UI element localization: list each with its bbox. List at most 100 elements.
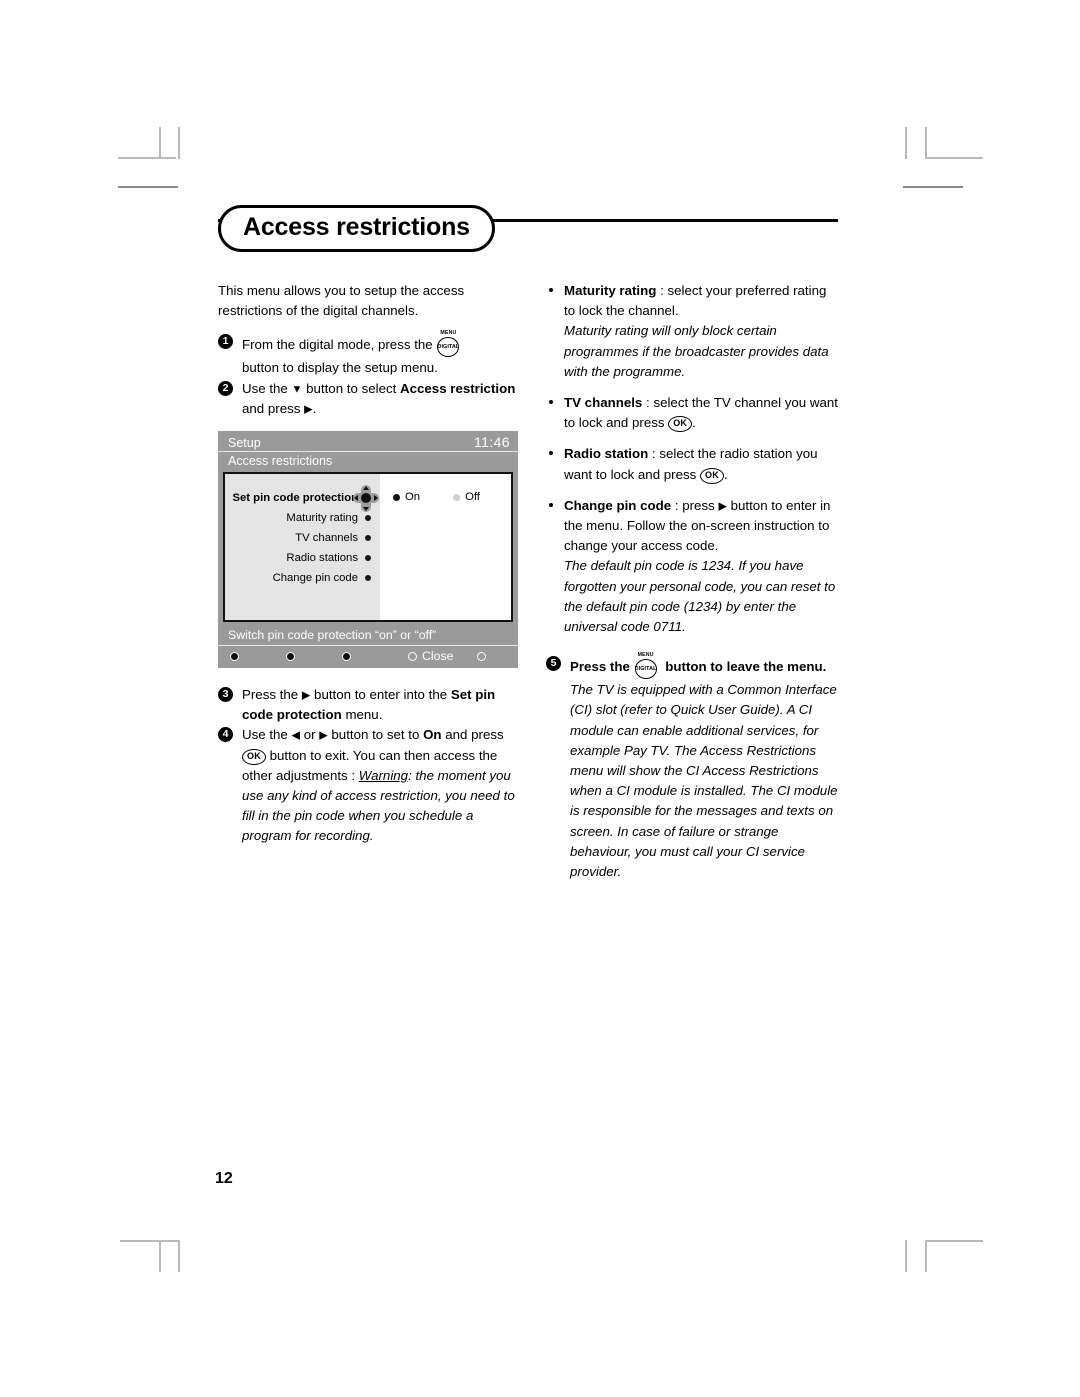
tv-channels-colon: : (646, 395, 650, 411)
change-pin-code-label: Change pin code (564, 497, 672, 513)
tv-menu-item-maturity-rating[interactable]: Maturity rating (225, 508, 380, 528)
tv-stage: Set pin code protection Maturity rating … (223, 472, 513, 623)
tv-menu-item-label: Set pin code protection (232, 492, 358, 505)
radio-station-period: . (723, 466, 728, 482)
tv-softkey-3[interactable] (342, 651, 356, 661)
step-4-or: or (303, 727, 316, 743)
menu-digital-button-icon: MENU DIGITAL (437, 330, 463, 358)
tv-option-off[interactable]: Off (453, 491, 480, 503)
dpad-center-hub (361, 493, 371, 504)
change-pin-code-a: press (682, 497, 715, 513)
step-2-bold: Access restriction (400, 380, 516, 396)
dpad-left-arrow-icon (354, 495, 358, 502)
step-2-d: . (312, 400, 317, 416)
tv-status-hint: Switch pin code protection “on” or “off” (218, 625, 518, 647)
step-3: 3 Press the ▶ button to enter into the S… (218, 685, 518, 725)
tv-option-row: On Off (393, 491, 511, 503)
crop-mark-top-right-horizontal (903, 186, 963, 188)
step-3-a: Press the (242, 687, 299, 703)
two-column-body: This menu allows you to setup the access… (218, 281, 838, 882)
dpad-right-arrow-icon (374, 495, 378, 502)
arrow-right-icon: ▶ (301, 689, 311, 702)
arrow-left-icon: ◀ (291, 729, 300, 742)
step-5-number: 5 (546, 656, 561, 672)
step-3-c: menu. (345, 707, 383, 723)
bullet-change-pin-code: Change pin code : press ▶ button to ente… (546, 496, 838, 637)
arrow-down-icon: ▼ (291, 383, 303, 396)
crop-mark-top-right-corner-vertical (925, 127, 927, 159)
tv-menu-item-label: Change pin code (272, 572, 358, 585)
crop-mark-bottom-right-corner-horizontal (925, 1240, 983, 1242)
page-title: Access restrictions (218, 205, 495, 252)
arrow-right-icon: ▶ (319, 729, 328, 742)
tv-clock: 11:46 (474, 434, 510, 451)
tv-menu-item-set-pin-code-protection[interactable]: Set pin code protection (225, 485, 380, 513)
step-4-b: button to set to (331, 727, 420, 743)
tv-screen-mockup: Setup 11:46 Access restrictions Set pin … (218, 431, 518, 669)
change-pin-code-colon: : (674, 497, 679, 513)
radio-selected-icon (393, 493, 400, 501)
radio-unselected-icon (453, 493, 461, 501)
crop-mark-bottom-left-corner-vertical (159, 1240, 161, 1272)
page-header: Access restrictions (218, 205, 838, 267)
tv-softkey-2[interactable] (286, 651, 300, 661)
step-5: 5 Press the MENU DIGITAL button to leave… (546, 652, 838, 882)
tv-softkey-close[interactable]: Close (408, 649, 453, 663)
step-2-b: button to select (306, 380, 397, 396)
tv-menu-item-change-pin-code[interactable]: Change pin code (225, 568, 380, 588)
bullet-tv-channels: TV channels : select the TV channel you … (546, 393, 838, 433)
step-3-number: 3 (218, 687, 233, 703)
tv-subheader: Access restrictions (228, 454, 333, 469)
tv-header-title: Setup (228, 436, 261, 451)
step-5-a: Press the (570, 659, 630, 675)
softkey-dot-icon (286, 651, 295, 661)
step-4-number: 4 (218, 727, 233, 743)
step-5-note: The TV is equipped with a Common Interfa… (570, 682, 838, 880)
bullet-dot-icon (365, 555, 371, 562)
radio-station-colon: : (651, 446, 656, 462)
arrow-right-icon: ▶ (304, 403, 313, 416)
crop-mark-top-left-horizontal (118, 186, 178, 188)
crop-mark-top-left-corner-horizontal (118, 157, 176, 159)
bullet-dot-icon (549, 502, 553, 507)
bullet-maturity-rating: Maturity rating : select your preferred … (546, 281, 838, 382)
bullet-dot-icon (365, 535, 371, 542)
step-4-c: and press (445, 727, 504, 743)
menu-icon-mid-label: DIGITAL (634, 666, 657, 673)
softkey-dot-icon (230, 651, 239, 661)
step-2-number: 2 (218, 380, 233, 396)
crop-mark-top-left-corner-vertical (159, 127, 161, 159)
step-2-c: and press (242, 400, 301, 416)
bullet-radio-station: Radio station : select the radio station… (546, 444, 838, 484)
step-2: 2 Use the ▼ button to select Access rest… (218, 379, 518, 419)
tv-channels-period: . (692, 415, 696, 431)
tv-option-on-label: On (405, 491, 421, 504)
tv-option-on[interactable]: On (393, 491, 420, 503)
radio-station-label: Radio station (564, 446, 649, 462)
maturity-rating-label: Maturity rating (564, 283, 657, 298)
ok-button-icon: OK (700, 467, 724, 484)
tv-softkey-1[interactable] (230, 651, 244, 661)
page-number: 12 (215, 1170, 233, 1187)
dpad-up-arrow-icon (363, 486, 369, 491)
step-3-b: button to enter into the (314, 687, 448, 703)
tv-softkey-5[interactable] (477, 651, 491, 661)
ok-button-icon: OK (242, 748, 266, 765)
softkey-hollow-dot-icon (408, 651, 417, 661)
step-1-text-before: From the digital mode, press the (242, 337, 433, 353)
softkey-hollow-dot-icon (477, 651, 487, 661)
step-4-bold-on: On (423, 727, 442, 743)
bullet-dot-icon (549, 288, 553, 292)
bullet-dot-icon (365, 515, 371, 522)
tv-menu-item-label: TV channels (295, 532, 358, 545)
tv-menu-item-label: Radio stations (286, 552, 358, 565)
right-column: Maturity rating : select your preferred … (546, 281, 838, 882)
step-2-a: Use the (242, 380, 288, 396)
tv-softkey-close-label: Close (422, 649, 454, 664)
tv-menu-item-radio-stations[interactable]: Radio stations (225, 548, 380, 568)
tv-menu-item-tv-channels[interactable]: TV channels (225, 528, 380, 548)
bullet-dot-icon (365, 575, 371, 582)
step-4-a: Use the (242, 727, 288, 743)
step-1-text-after: button to display the setup menu. (242, 360, 438, 376)
crop-mark-top-left-vertical (178, 127, 180, 159)
